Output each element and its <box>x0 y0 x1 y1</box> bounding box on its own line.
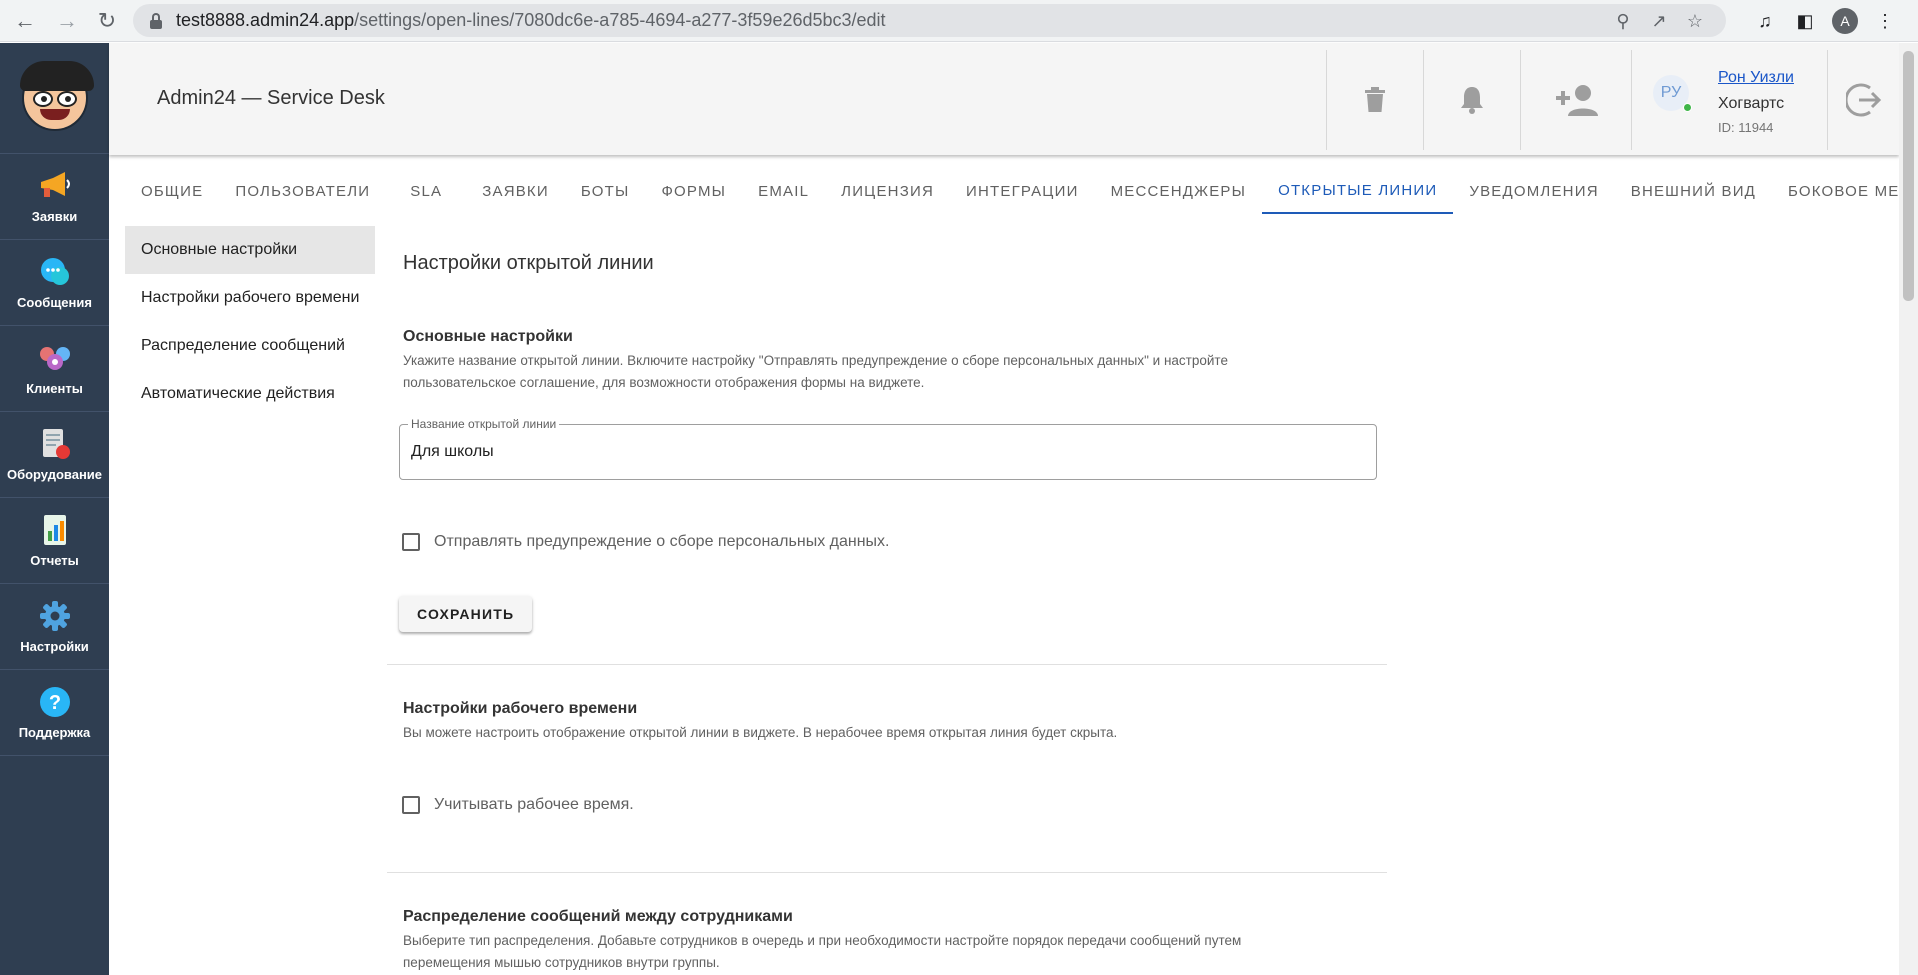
checkbox-label[interactable]: Отправлять предупреждение о сборе персон… <box>434 533 889 551</box>
sidebar-item-label: Заявки <box>31 209 78 224</box>
trash-icon <box>1365 87 1385 112</box>
save-button[interactable]: СОХРАНИТЬ <box>399 596 533 632</box>
distribution-section-desc: Выберите тип распределения. Добавьте сот… <box>403 933 1242 970</box>
chat-bubble-icon <box>38 255 72 289</box>
zoom-icon[interactable]: ⚲ <box>1612 10 1634 32</box>
add-user-icon <box>1556 85 1598 116</box>
equipment-icon <box>38 427 72 461</box>
sidebar-item-requests[interactable]: Заявки <box>0 154 109 240</box>
logout-button[interactable] <box>1827 50 1899 150</box>
sidebar-item-support[interactable]: ? Поддержка <box>0 670 109 756</box>
url-text[interactable]: test8888.admin24.app/settings/open-lines… <box>176 10 886 31</box>
sidebar-item-clients[interactable]: Клиенты <box>0 326 109 412</box>
svg-text:?: ? <box>48 692 60 714</box>
notifications-button[interactable] <box>1423 50 1520 150</box>
section-nav-auto-actions[interactable]: Автоматические действия <box>125 370 375 418</box>
tab-bots[interactable]: БОТЫ <box>565 168 646 214</box>
open-line-name-field[interactable]: Название открытой линии Для школы <box>399 417 1377 480</box>
tab-side-menu[interactable]: БОКОВОЕ МЕНЮ <box>1772 168 1918 214</box>
bell-icon <box>1461 87 1483 114</box>
tab-forms[interactable]: ФОРМЫ <box>645 168 742 214</box>
sidebar-item-label: Поддержка <box>18 725 91 740</box>
bookmark-star-icon[interactable]: ☆ <box>1684 10 1706 32</box>
sidebar-item-settings[interactable]: Настройки <box>0 584 109 670</box>
tab-requests[interactable]: ЗАЯВКИ <box>466 168 565 214</box>
distribution-section-title: Распределение сообщений между сотрудника… <box>403 908 793 925</box>
sidebar-item-label: Оборудование <box>6 467 103 482</box>
user-name-link[interactable]: Рон Уизли <box>1718 69 1794 87</box>
profile-avatar[interactable]: A <box>1832 8 1858 34</box>
back-arrow-icon[interactable]: ← <box>12 8 38 34</box>
section-nav: Основные настройки Настройки рабочего вр… <box>125 226 375 418</box>
scrollbar-thumb[interactable] <box>1903 51 1914 301</box>
sidebar-item-label: Клиенты <box>26 381 83 396</box>
settings-tabs: ОБЩИЕ ПОЛЬЗОВАТЕЛИ SLA ЗАЯВКИ БОТЫ ФОРМЫ… <box>125 168 1918 214</box>
tab-appearance[interactable]: ВНЕШНИЙ ВИД <box>1615 168 1772 214</box>
browser-menu-icon[interactable]: ⋮ <box>1872 8 1898 34</box>
forward-arrow-icon[interactable]: → <box>54 8 80 34</box>
tab-email[interactable]: EMAIL <box>742 168 825 214</box>
personal-data-warning-checkbox-row[interactable]: Отправлять предупреждение о сборе персон… <box>402 533 889 551</box>
report-chart-icon <box>38 513 72 547</box>
worktime-section-desc: Вы можете настроить отображение открытой… <box>403 725 1118 740</box>
user-profile: РУ Рон Уизли Хогвартс ID: 11944 <box>1631 50 1827 150</box>
reload-icon[interactable]: ↻ <box>94 8 120 34</box>
section-nav-basic[interactable]: Основные настройки <box>125 226 375 274</box>
app-logo[interactable] <box>0 43 109 154</box>
tab-general[interactable]: ОБЩИЕ <box>125 168 219 214</box>
personal-data-warning-checkbox[interactable] <box>402 533 420 551</box>
section-nav-distribution[interactable]: Распределение сообщений <box>125 322 375 370</box>
delete-button[interactable] <box>1326 50 1423 150</box>
online-status-dot <box>1683 103 1692 112</box>
page-title: Настройки открытой линии <box>403 252 654 274</box>
address-bar[interactable]: test8888.admin24.app/settings/open-lines… <box>133 4 1726 37</box>
tab-users[interactable]: ПОЛЬЗОВАТЕЛИ <box>219 168 386 214</box>
field-value[interactable]: Для школы <box>411 443 494 461</box>
clients-icon <box>38 341 72 375</box>
basic-section-desc: Укажите название открытой линии. Включит… <box>403 353 1228 390</box>
user-id: ID: 11944 <box>1718 120 1774 135</box>
worktime-checkbox-row[interactable]: Учитывать рабочее время. <box>402 796 634 814</box>
left-sidebar: Заявки Сообщения Клиенты Оборудование От… <box>0 43 109 975</box>
section-divider <box>387 664 1387 665</box>
media-playlist-icon[interactable]: ♫ <box>1752 8 1778 34</box>
worktime-section-title: Настройки рабочего времени <box>403 700 638 717</box>
browser-toolbar: ← → ↻ test8888.admin24.app/settings/open… <box>0 0 1918 42</box>
app-title: Admin24 — Service Desk <box>157 87 385 109</box>
section-nav-worktime[interactable]: Настройки рабочего времени <box>125 274 375 322</box>
sidebar-item-equipment[interactable]: Оборудование <box>0 412 109 498</box>
gear-icon <box>38 599 72 633</box>
field-label: Название открытой линии <box>408 417 560 431</box>
avatar-face-logo <box>19 61 94 131</box>
megaphone-icon <box>38 169 72 203</box>
tab-messengers[interactable]: МЕССЕНДЖЕРЫ <box>1095 168 1263 214</box>
sidebar-item-label: Отчеты <box>30 553 79 568</box>
worktime-checkbox[interactable] <box>402 796 420 814</box>
share-icon[interactable]: ↗ <box>1648 10 1670 32</box>
tab-license[interactable]: ЛИЦЕНЗИЯ <box>825 168 950 214</box>
sidebar-item-reports[interactable]: Отчеты <box>0 498 109 584</box>
checkbox-label[interactable]: Учитывать рабочее время. <box>434 796 634 814</box>
sidebar-item-label: Сообщения <box>17 295 92 310</box>
help-question-icon: ? <box>38 685 72 719</box>
logout-icon <box>1845 83 1881 117</box>
side-panel-icon[interactable]: ◧ <box>1792 8 1818 34</box>
page-scrollbar[interactable] <box>1899 43 1918 975</box>
lock-icon <box>149 12 163 29</box>
tab-open-lines[interactable]: ОТКРЫТЫЕ ЛИНИИ <box>1262 168 1454 214</box>
section-divider <box>387 872 1387 873</box>
app-header: Admin24 — Service Desk РУ Рон Уизли Хогв… <box>109 43 1899 155</box>
user-organization: Хогвартс <box>1718 95 1785 112</box>
add-user-button[interactable] <box>1520 50 1631 150</box>
sidebar-item-messages[interactable]: Сообщения <box>0 240 109 326</box>
tab-notifications[interactable]: УВЕДОМЛЕНИЯ <box>1453 168 1614 214</box>
tab-sla[interactable]: SLA <box>386 168 466 214</box>
basic-section-title: Основные настройки <box>403 328 573 345</box>
sidebar-item-label: Настройки <box>20 639 89 654</box>
tab-integrations[interactable]: ИНТЕГРАЦИИ <box>950 168 1095 214</box>
